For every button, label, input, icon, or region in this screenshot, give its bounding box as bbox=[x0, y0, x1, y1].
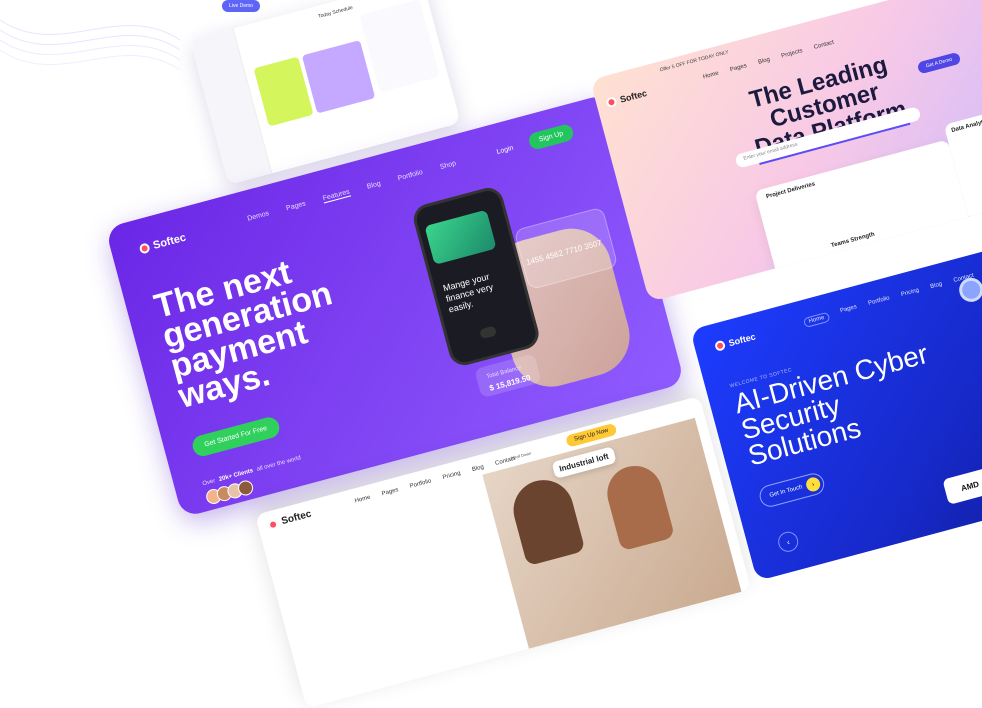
dashboard-purple-widget bbox=[301, 40, 376, 114]
logo-icon bbox=[138, 242, 151, 255]
nav-item-portfolio[interactable]: Portfolio bbox=[409, 478, 432, 489]
logo-text: Softec bbox=[280, 508, 313, 528]
clients-suffix: all over the world bbox=[256, 455, 302, 473]
signup-button[interactable]: Sign Up bbox=[527, 122, 575, 151]
nav-item-pages[interactable]: Pages bbox=[840, 304, 859, 318]
arrow-right-icon: › bbox=[804, 475, 822, 493]
arrow-left-icon[interactable]: ‹ bbox=[775, 529, 801, 555]
brand-logo[interactable]: Softec bbox=[713, 331, 757, 352]
brand-logo[interactable]: Softec bbox=[138, 232, 187, 256]
logo-text: Softec bbox=[727, 331, 757, 349]
nav-item-home[interactable]: Home bbox=[354, 495, 371, 505]
nav-item-demos[interactable]: Demos bbox=[247, 210, 271, 223]
logo-text: Softec bbox=[151, 231, 188, 252]
nav-item-shop[interactable]: Shop bbox=[439, 160, 457, 172]
nav-item-blog[interactable]: Blog bbox=[366, 180, 382, 191]
nav-item-home[interactable]: Home bbox=[802, 311, 831, 329]
nav-item-pages[interactable]: Pages bbox=[286, 200, 307, 213]
get-started-button[interactable]: Get Started For Free bbox=[190, 415, 282, 459]
clients-prefix: Over bbox=[201, 478, 217, 488]
nav-item-contact[interactable]: Contact bbox=[813, 40, 835, 51]
phone-mockup: Mange your finance very easily. bbox=[410, 184, 543, 369]
get-in-touch-button[interactable]: Get In Touch › bbox=[757, 470, 827, 510]
nav-item-pricing[interactable]: Pricing bbox=[442, 470, 461, 481]
cyber-nav: Home Pages Portfolio Pricing Blog Contac… bbox=[802, 273, 976, 329]
hero-title: The next generation payment ways. bbox=[150, 253, 337, 416]
nav-item-contact[interactable]: Contact bbox=[495, 456, 517, 467]
phone-headline: Mange your finance very easily. bbox=[441, 271, 495, 315]
nav-item-pricing[interactable]: Pricing bbox=[900, 287, 920, 301]
nav-item-projects[interactable]: Projects bbox=[781, 48, 804, 59]
partner-logo: AMD bbox=[942, 466, 982, 505]
nav-item-portfolio[interactable]: Portfolio bbox=[868, 295, 892, 310]
nav-item-pages[interactable]: Pages bbox=[730, 63, 748, 73]
nav-item-blog[interactable]: Blog bbox=[471, 464, 484, 473]
dashboard-title: Today Schedule bbox=[317, 4, 354, 20]
live-demo-button[interactable]: Live Demo bbox=[222, 0, 260, 12]
logo-icon bbox=[713, 339, 727, 352]
nav-item-blog[interactable]: Blog bbox=[930, 281, 944, 294]
nav-item-portfolio[interactable]: Portfolio bbox=[397, 169, 424, 183]
clients-line: Over 20k+ Clients all over the world bbox=[202, 455, 302, 487]
brand-logo[interactable]: Softec bbox=[605, 87, 649, 109]
login-link[interactable]: Login bbox=[496, 145, 514, 156]
dashboard-calendar bbox=[359, 0, 440, 93]
get-in-touch-label: Get In Touch bbox=[768, 484, 804, 499]
phone-action-button[interactable] bbox=[479, 325, 498, 340]
phone-credit-card bbox=[424, 209, 497, 265]
nav-item-pages[interactable]: Pages bbox=[381, 487, 399, 497]
nav-item-features[interactable]: Features bbox=[322, 188, 351, 204]
logo-icon bbox=[605, 96, 618, 109]
data-platform-card: Offer 5 OFF FOR TODAY ONLY Softec Home P… bbox=[590, 0, 982, 303]
nav-item-blog[interactable]: Blog bbox=[758, 57, 771, 66]
nav-item-home[interactable]: Home bbox=[702, 71, 719, 81]
cyber-headline: AI-Driven Cyber Security Solutions bbox=[730, 337, 932, 472]
logo-text: Softec bbox=[618, 87, 649, 105]
